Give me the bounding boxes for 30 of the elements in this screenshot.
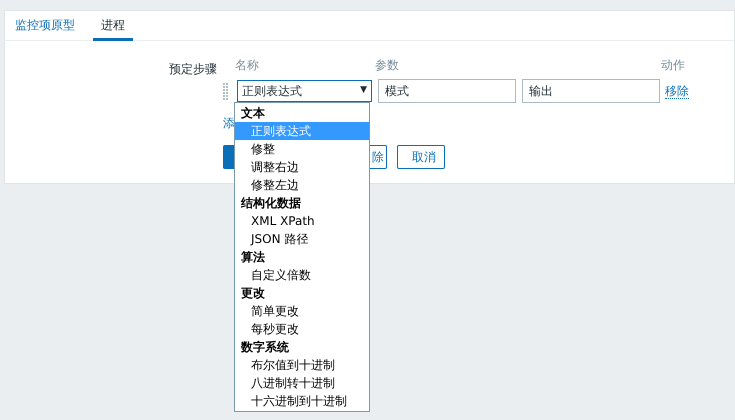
option-group-label: 算法 bbox=[240, 249, 266, 266]
dropdown-option[interactable]: 修整左边 bbox=[235, 176, 369, 194]
tab[interactable]: 进程 bbox=[93, 11, 133, 41]
secondary-button[interactable]: 取消 bbox=[397, 145, 445, 169]
column-header: 名称 bbox=[235, 57, 260, 74]
option-group-label: 数字系统 bbox=[240, 339, 290, 356]
remove-link[interactable]: 移除 bbox=[665, 84, 689, 98]
option-group-label: 结构化数据 bbox=[240, 195, 302, 212]
option-group-label: 更改 bbox=[240, 285, 266, 302]
field-label: 预定步骤 bbox=[169, 61, 217, 78]
dropdown-option[interactable]: 每秒更改 bbox=[235, 320, 369, 338]
parameter-field[interactable]: 模式 bbox=[378, 79, 516, 103]
drag-handle-icon[interactable] bbox=[223, 82, 229, 100]
dropdown-option[interactable]: JSON 路径 bbox=[235, 230, 369, 248]
dropdown-option[interactable]: 十六进制到十进制 bbox=[235, 392, 369, 410]
type-select[interactable]: 正则表达式 ▼ bbox=[237, 80, 372, 102]
tab[interactable]: 监控项原型 bbox=[13, 11, 77, 41]
caret-icon: ▼ bbox=[360, 84, 367, 98]
parameter-field[interactable]: 输出 bbox=[522, 79, 660, 103]
dropdown-option[interactable]: 自定义倍数 bbox=[235, 266, 369, 284]
dropdown-option[interactable]: 调整右边 bbox=[235, 158, 369, 176]
column-header: 动作 bbox=[661, 57, 685, 74]
column-header: 参数 bbox=[375, 57, 400, 74]
dropdown-option[interactable]: 布尔值到十进制 bbox=[235, 356, 369, 374]
option-group-label: 文本 bbox=[240, 105, 266, 122]
dropdown-option[interactable]: 八进制转十进制 bbox=[235, 374, 369, 392]
add-link[interactable]: 添 bbox=[223, 114, 235, 132]
dropdown-option[interactable]: 修整 bbox=[235, 140, 369, 158]
dropdown-option[interactable]: XML XPath bbox=[235, 212, 369, 230]
dropdown-option[interactable]: 简单更改 bbox=[235, 302, 369, 320]
